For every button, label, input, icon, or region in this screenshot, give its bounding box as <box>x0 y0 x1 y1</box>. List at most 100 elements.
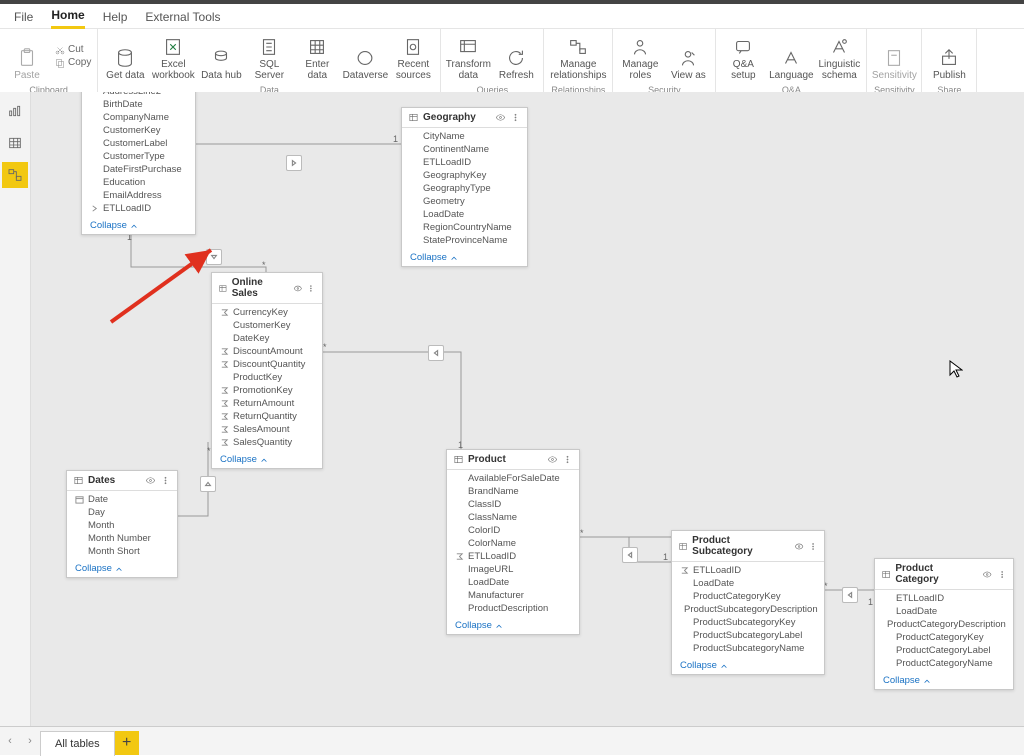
more-icon[interactable] <box>510 112 521 123</box>
manage-relationships-button[interactable]: Manage relationships <box>550 31 606 81</box>
table-field[interactable]: StateProvinceName <box>402 234 527 247</box>
report-view-icon[interactable] <box>6 102 24 120</box>
get-data-button[interactable]: Get data <box>104 31 146 81</box>
table-field[interactable]: Manufacturer <box>447 589 579 602</box>
table-field[interactable]: ETLLoadID <box>447 550 579 563</box>
page-tab-all-tables[interactable]: All tables <box>40 731 115 756</box>
table-field[interactable]: Month Number <box>67 532 177 545</box>
table-field[interactable]: Month Short <box>67 545 177 558</box>
cut-button[interactable]: Cut <box>54 44 91 56</box>
tab-next-button[interactable]: › <box>20 735 40 747</box>
tab-file[interactable]: File <box>14 10 33 28</box>
more-icon[interactable] <box>997 569 1007 580</box>
table-field[interactable]: CityName <box>402 130 527 143</box>
eye-icon[interactable] <box>145 475 156 486</box>
table-field[interactable]: CompanyName <box>82 111 195 124</box>
table-field[interactable]: Date <box>67 493 177 506</box>
linguistic-schema-button[interactable]: Linguistic schema <box>818 31 860 81</box>
table-field[interactable]: CustomerType <box>82 150 195 163</box>
manage-roles-button[interactable]: Manage roles <box>619 31 661 81</box>
table-field[interactable]: ProductSubcategoryDescription <box>672 603 824 616</box>
table-field[interactable]: CustomerKey <box>82 124 195 137</box>
more-icon[interactable] <box>306 283 316 294</box>
eye-icon[interactable] <box>547 454 558 465</box>
table-field[interactable]: ReturnAmount <box>212 397 322 410</box>
table-field[interactable]: ClassID <box>447 498 579 511</box>
more-icon[interactable] <box>808 541 818 552</box>
publish-button[interactable]: Publish <box>928 31 970 81</box>
add-page-button[interactable]: + <box>115 731 139 755</box>
table-field[interactable]: Education <box>82 176 195 189</box>
more-icon[interactable] <box>160 475 171 486</box>
table-field[interactable]: SalesQuantity <box>212 436 322 449</box>
tab-help[interactable]: Help <box>103 10 128 28</box>
table-field[interactable]: CurrencyKey <box>212 306 322 319</box>
table-field[interactable]: CustomerLabel <box>82 137 195 150</box>
dataverse-button[interactable]: Dataverse <box>344 31 386 81</box>
model-view-icon[interactable] <box>2 162 28 188</box>
recent-sources-button[interactable]: Recent sources <box>392 31 434 81</box>
tab-external-tools[interactable]: External Tools <box>145 10 220 28</box>
table-field[interactable]: EmailAddress <box>82 189 195 202</box>
transform-data-button[interactable]: Transform data <box>447 31 489 81</box>
table-card-product-subcategory[interactable]: Product Subcategory ETLLoadIDLoadDatePro… <box>671 530 825 675</box>
tab-prev-button[interactable]: ‹ <box>0 735 20 747</box>
table-field[interactable]: ProductSubcategoryName <box>672 642 824 655</box>
table-field[interactable]: ProductCategoryDescription <box>875 618 1013 631</box>
collapse-link[interactable]: Collapse <box>82 217 195 234</box>
eye-icon[interactable] <box>794 541 804 552</box>
table-field[interactable]: LoadDate <box>672 577 824 590</box>
enter-data-button[interactable]: Enter data <box>296 31 338 81</box>
table-field[interactable]: GeographyKey <box>402 169 527 182</box>
refresh-button[interactable]: Refresh <box>495 31 537 81</box>
collapse-link[interactable]: Collapse <box>447 617 579 634</box>
paste-button[interactable]: Paste <box>6 31 48 81</box>
eye-icon[interactable] <box>495 112 506 123</box>
table-field[interactable]: ETLLoadID <box>875 592 1013 605</box>
table-field[interactable]: Day <box>67 506 177 519</box>
table-field[interactable]: RegionCountryName <box>402 221 527 234</box>
table-card-product[interactable]: Product AvailableForSaleDateBrandNameCla… <box>446 449 580 635</box>
copy-button[interactable]: Copy <box>54 57 91 69</box>
collapse-link[interactable]: Collapse <box>402 249 527 266</box>
table-field[interactable]: ProductDescription <box>447 602 579 615</box>
eye-icon[interactable] <box>293 283 303 294</box>
table-field[interactable]: LoadDate <box>875 605 1013 618</box>
table-field[interactable]: BirthDate <box>82 98 195 111</box>
table-field[interactable]: DiscountAmount <box>212 345 322 358</box>
collapse-link[interactable]: Collapse <box>212 451 322 468</box>
table-field[interactable]: SalesAmount <box>212 423 322 436</box>
table-field[interactable]: PromotionKey <box>212 384 322 397</box>
table-field[interactable]: ProductKey <box>212 371 322 384</box>
language-button[interactable]: Language <box>770 31 812 81</box>
data-hub-button[interactable]: Data hub <box>200 31 242 81</box>
table-card-geography[interactable]: Geography CityNameContinentNameETLLoadID… <box>401 107 528 267</box>
table-field[interactable]: DateFirstPurchase <box>82 163 195 176</box>
table-card-product-category[interactable]: Product Category ETLLoadIDLoadDateProduc… <box>874 558 1014 690</box>
table-field[interactable]: LoadDate <box>447 576 579 589</box>
excel-button[interactable]: Excel workbook <box>152 31 194 81</box>
tab-home[interactable]: Home <box>51 8 84 29</box>
table-field[interactable]: ProductCategoryKey <box>875 631 1013 644</box>
table-field[interactable]: AvailableForSaleDate <box>447 472 579 485</box>
table-field[interactable]: Geometry <box>402 195 527 208</box>
table-field[interactable]: ClassName <box>447 511 579 524</box>
table-card-dates[interactable]: Dates DateDayMonthMonth NumberMonth Shor… <box>66 470 178 578</box>
table-field[interactable]: ETLLoadID <box>82 202 195 215</box>
table-field[interactable]: ContinentName <box>402 143 527 156</box>
collapse-link[interactable]: Collapse <box>875 672 1013 689</box>
collapse-link[interactable]: Collapse <box>67 560 177 577</box>
sensitivity-button[interactable]: Sensitivity <box>873 31 915 81</box>
eye-icon[interactable] <box>982 569 992 580</box>
table-field[interactable]: GeographyType <box>402 182 527 195</box>
table-field[interactable]: ProductCategoryName <box>875 657 1013 670</box>
sql-button[interactable]: SQL Server <box>248 31 290 81</box>
table-field[interactable]: ETLLoadID <box>402 156 527 169</box>
table-field[interactable]: DiscountQuantity <box>212 358 322 371</box>
table-field[interactable]: ColorName <box>447 537 579 550</box>
model-canvas[interactable]: * 1 1 * 1 * * 1 * 1 * 1 AddressLine2Birt… <box>31 92 1024 727</box>
table-field[interactable]: ProductCategoryLabel <box>875 644 1013 657</box>
more-icon[interactable] <box>562 454 573 465</box>
table-field[interactable]: ImageURL <box>447 563 579 576</box>
qa-setup-button[interactable]: Q&A setup <box>722 31 764 81</box>
